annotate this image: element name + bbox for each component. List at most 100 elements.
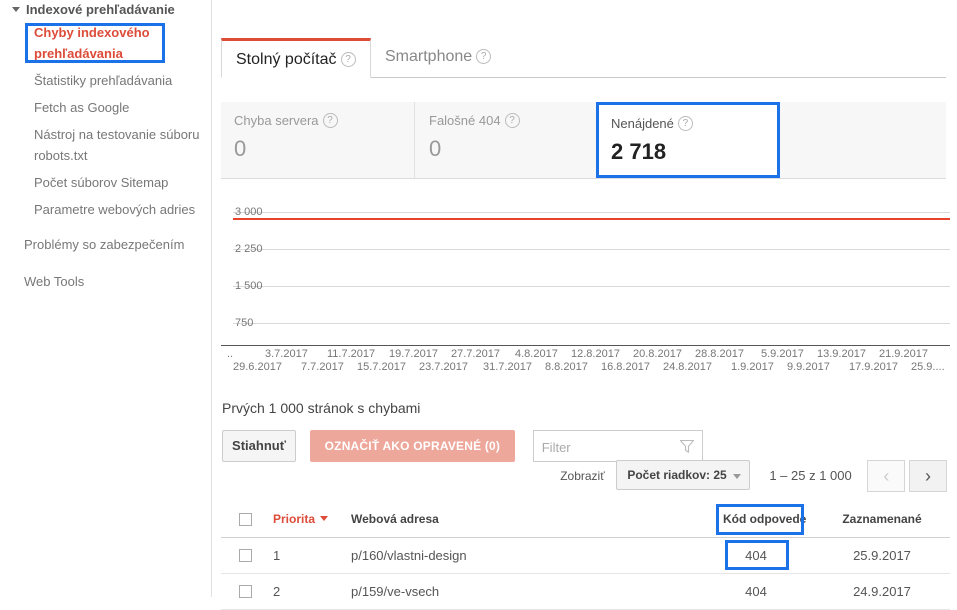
x-tick-label: 21.9.2017 [879, 348, 928, 360]
gridline-750 [233, 323, 950, 324]
x-tick-label: 4.8.2017 [515, 348, 558, 360]
x-tick-ellipsis: .. [227, 348, 234, 360]
sidebar-item-robots-tester[interactable]: Nástroj na testovanie súboru robots.txt [0, 121, 211, 169]
gridline-2250 [233, 249, 950, 250]
sidebar-item-crawl-stats[interactable]: Štatistiky prehľadávania [0, 67, 211, 94]
column-header-priority[interactable]: Priorita [273, 502, 329, 537]
x-tick-label: 27.7.2017 [451, 348, 500, 360]
filter-input[interactable] [539, 431, 674, 463]
card-label: Nenájdené? [611, 116, 777, 131]
sidebar-item-url-parameters[interactable]: Parametre webových adries [0, 196, 211, 223]
card-label-text: Nenájdené [611, 116, 674, 131]
sidebar-item-label: Problémy so zabezpečením [24, 237, 185, 252]
filter-field-wrapper[interactable] [532, 430, 703, 463]
x-tick-label: 8.8.2017 [545, 361, 588, 373]
sidebar-item-label: Nástroj na testovanie súboru robots.txt [34, 127, 200, 163]
x-tick-label: 17.9.2017 [849, 361, 898, 373]
chart-x-axis [221, 345, 950, 346]
x-tick-label: 1.9.2017 [731, 361, 774, 373]
sidebar-item-crawl-errors[interactable]: Chyby indexového prehľadávania [0, 19, 211, 67]
chevron-down-icon [12, 7, 20, 12]
x-tick-label: 16.8.2017 [601, 361, 650, 373]
cell-detected: 25.9.2017 [853, 548, 911, 563]
result-range-label: 1 – 25 z 1 000 [769, 468, 852, 483]
card-server-error[interactable]: Chyba servera? 0 [221, 102, 415, 178]
x-tick-label: 25.9.... [911, 361, 945, 373]
x-tick-label: 7.7.2017 [301, 361, 344, 373]
cell-url[interactable]: p/159/ve-vsech [351, 574, 439, 609]
x-tick-label: 28.8.2017 [695, 348, 744, 360]
mark-as-fixed-button[interactable]: OZNAČIŤ AKO OPRAVENÉ (0) [309, 430, 516, 462]
chart-x-tick-labels: .. 3.7.2017 11.7.2017 19.7.2017 27.7.201… [221, 348, 950, 374]
table-row[interactable]: 2 p/159/ve-vsech 404 24.9.2017 [221, 574, 950, 610]
pagination-bar: Zobraziť Počet riadkov: 25 1 – 25 z 1 00… [560, 460, 947, 492]
tab-desktop-label: Stolný počítač [236, 51, 337, 68]
cell-url[interactable]: p/160/vlastni-design [351, 538, 467, 573]
gridline-3000 [233, 212, 950, 213]
select-all-checkbox[interactable] [239, 513, 252, 526]
sidebar-item-fetch-as-google[interactable]: Fetch as Google [0, 94, 211, 121]
sidebar-item-security-issues[interactable]: Problémy so zabezpečením [0, 231, 211, 258]
rows-per-page-select[interactable]: Počet riadkov: 25 [616, 460, 750, 490]
card-label: Chyba servera? [234, 113, 414, 128]
help-icon[interactable]: ? [677, 116, 693, 131]
row-checkbox[interactable] [239, 549, 252, 562]
download-button[interactable]: Stiahnuť [222, 430, 296, 462]
sidebar-item-label: Počet súborov Sitemap [34, 175, 169, 190]
sidebar-item-label: Chyby indexového prehľadávania [34, 25, 150, 61]
errors-line-chart: 3 000 2 250 1 500 750 [221, 196, 950, 346]
table-row[interactable]: 1 p/160/vlastni-design 404 25.9.2017 [221, 538, 950, 574]
cell-response-code: 404 [745, 584, 767, 599]
main-content: Stolný počítač? Smartphone? Chyba server… [213, 0, 957, 610]
x-tick-label: 11.7.2017 [327, 348, 376, 360]
card-soft-404[interactable]: Falošné 404? 0 [416, 102, 600, 178]
error-summary-cards: Chyba servera? 0 Falošné 404? 0 Nenájden… [221, 102, 946, 179]
y-tick-label: 750 [235, 317, 254, 329]
tab-desktop[interactable]: Stolný počítač? [221, 38, 371, 78]
card-value: 2 718 [611, 139, 667, 164]
row-checkbox[interactable] [239, 585, 252, 598]
x-tick-label: 3.7.2017 [265, 348, 308, 360]
sidebar-item-sitemaps[interactable]: Počet súborov Sitemap [0, 169, 211, 196]
x-tick-label: 15.7.2017 [357, 361, 406, 373]
tab-smartphone[interactable]: Smartphone? [371, 38, 505, 78]
show-label: Zobraziť [560, 469, 605, 483]
x-tick-label: 23.7.2017 [419, 361, 468, 373]
sidebar-group-label: Indexové prehľadávanie [26, 2, 175, 17]
x-tick-label: 24.8.2017 [663, 361, 712, 373]
card-label-text: Chyba servera [234, 113, 319, 128]
x-tick-label: 29.6.2017 [233, 361, 282, 373]
column-header-label: Priorita [273, 512, 316, 526]
sidebar: Indexové prehľadávanie Chyby indexového … [0, 0, 212, 597]
x-tick-label: 19.7.2017 [389, 348, 438, 360]
card-not-found[interactable]: Nenájdené? 2 718 [596, 102, 780, 178]
column-header-url[interactable]: Webová adresa [351, 502, 439, 537]
cell-detected: 24.9.2017 [853, 584, 911, 599]
sidebar-item-web-tools[interactable]: Web Tools [0, 268, 211, 295]
help-icon[interactable]: ? [322, 113, 338, 128]
next-page-button[interactable]: › [909, 460, 947, 492]
x-tick-label: 13.9.2017 [817, 348, 866, 360]
device-tabs: Stolný počítač? Smartphone? [221, 38, 946, 78]
rows-per-page-label: Počet riadkov: 25 [627, 468, 727, 482]
help-icon[interactable]: ? [340, 52, 356, 67]
x-tick-label: 9.9.2017 [787, 361, 830, 373]
x-tick-label: 31.7.2017 [483, 361, 532, 373]
help-icon[interactable]: ? [476, 49, 492, 64]
sidebar-item-label: Fetch as Google [34, 100, 130, 115]
errors-table: Priorita Webová adresa Kód odpovede Zazn… [221, 502, 950, 610]
table-header-row: Priorita Webová adresa Kód odpovede Zazn… [221, 502, 950, 538]
column-header-detected[interactable]: Zaznamenané [837, 502, 927, 537]
cell-priority: 1 [273, 548, 281, 563]
card-label-text: Falošné 404 [429, 113, 501, 128]
prev-page-button[interactable]: ‹ [867, 460, 906, 492]
help-icon[interactable]: ? [504, 113, 520, 128]
table-section-title: Prvých 1 000 stránok s chybami [222, 400, 421, 416]
column-header-response-code[interactable]: Kód odpovede [723, 502, 806, 537]
cell-response-code: 404 [745, 548, 767, 563]
gridline-1500 [233, 286, 950, 287]
y-tick-label: 3 000 [235, 206, 263, 218]
sidebar-group-indexovanie[interactable]: Indexové prehľadávanie [0, 0, 211, 19]
x-tick-label: 12.8.2017 [571, 348, 620, 360]
sidebar-item-label: Štatistiky prehľadávania [34, 73, 173, 88]
